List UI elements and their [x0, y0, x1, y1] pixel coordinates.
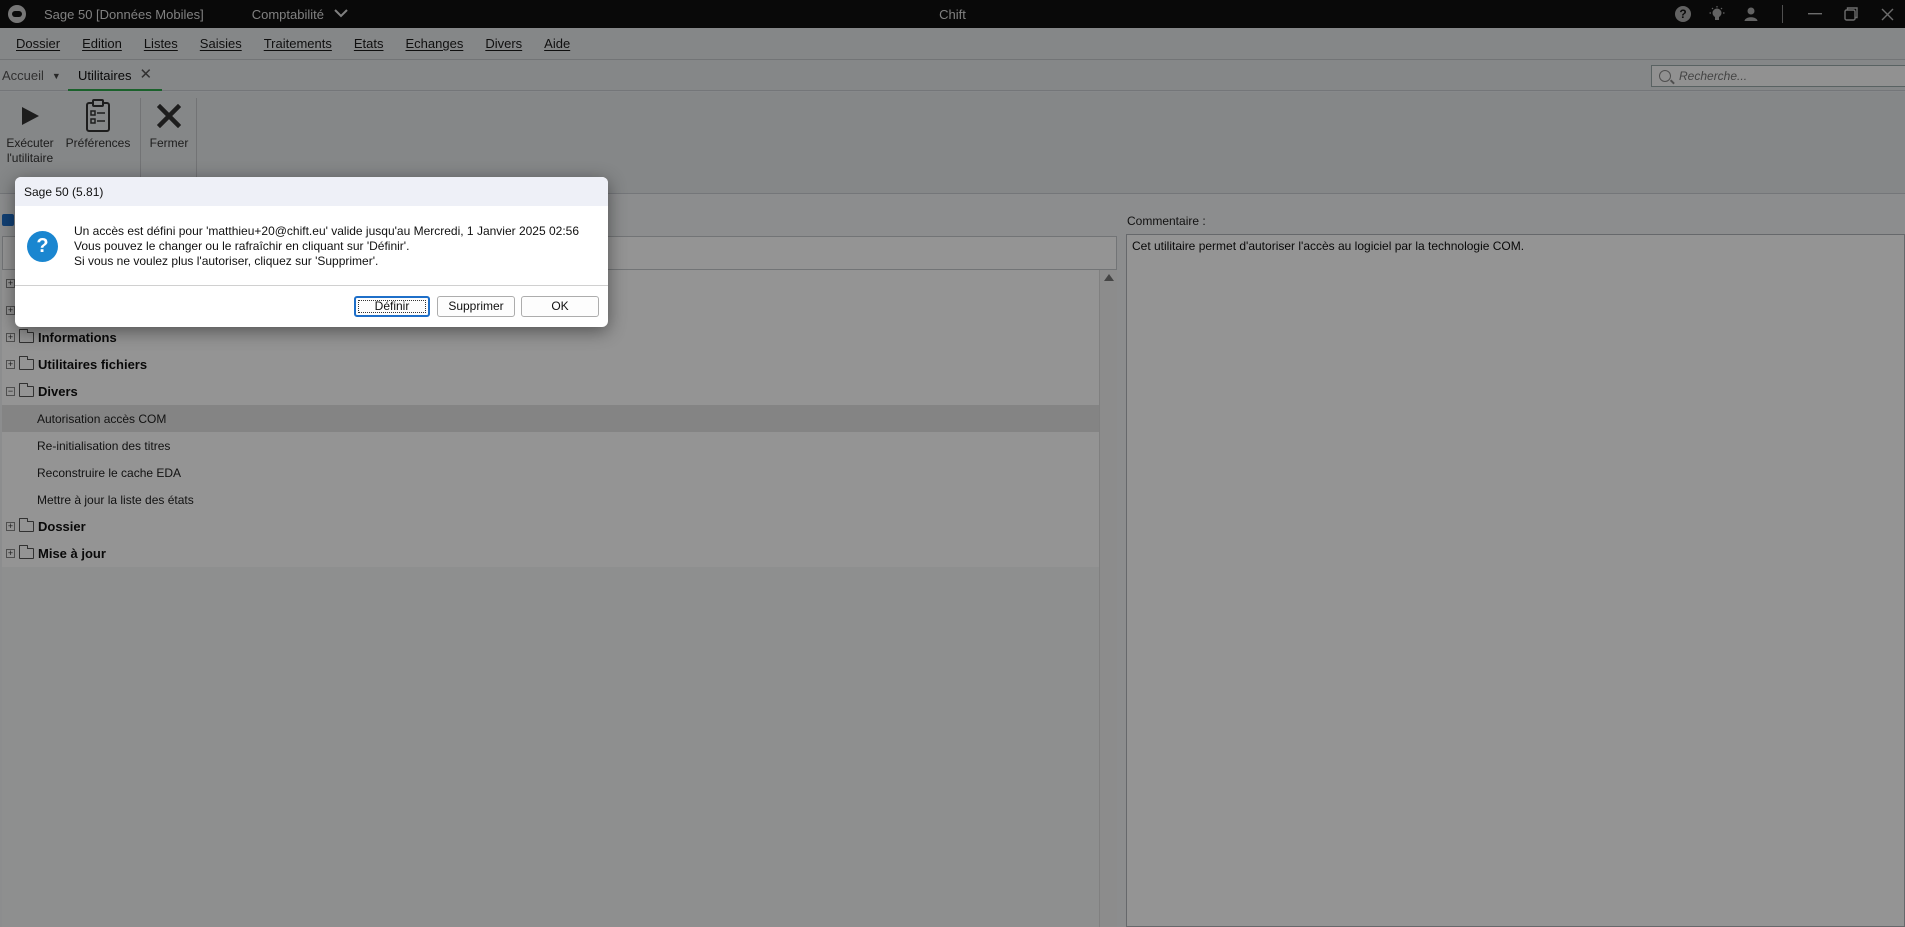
dialog-footer: Définir Supprimer OK	[15, 287, 608, 327]
access-dialog: Sage 50 (5.81) ? Un accès est défini pou…	[15, 177, 608, 327]
dialog-message-line2: Vous pouvez le changer ou le rafraîchir …	[74, 239, 410, 253]
dialog-message: Un accès est défini pour 'matthieu+20@ch…	[74, 224, 579, 269]
delete-button[interactable]: Supprimer	[437, 296, 515, 317]
question-icon: ?	[27, 231, 58, 262]
ok-button[interactable]: OK	[521, 296, 599, 317]
modal-overlay	[0, 0, 1905, 927]
dialog-body: ? Un accès est défini pour 'matthieu+20@…	[15, 206, 608, 286]
dialog-title: Sage 50 (5.81)	[15, 177, 608, 206]
define-button[interactable]: Définir	[354, 296, 430, 317]
dialog-message-line3: Si vous ne voulez plus l'autoriser, cliq…	[74, 254, 379, 268]
dialog-message-line1: Un accès est défini pour 'matthieu+20@ch…	[74, 224, 580, 238]
